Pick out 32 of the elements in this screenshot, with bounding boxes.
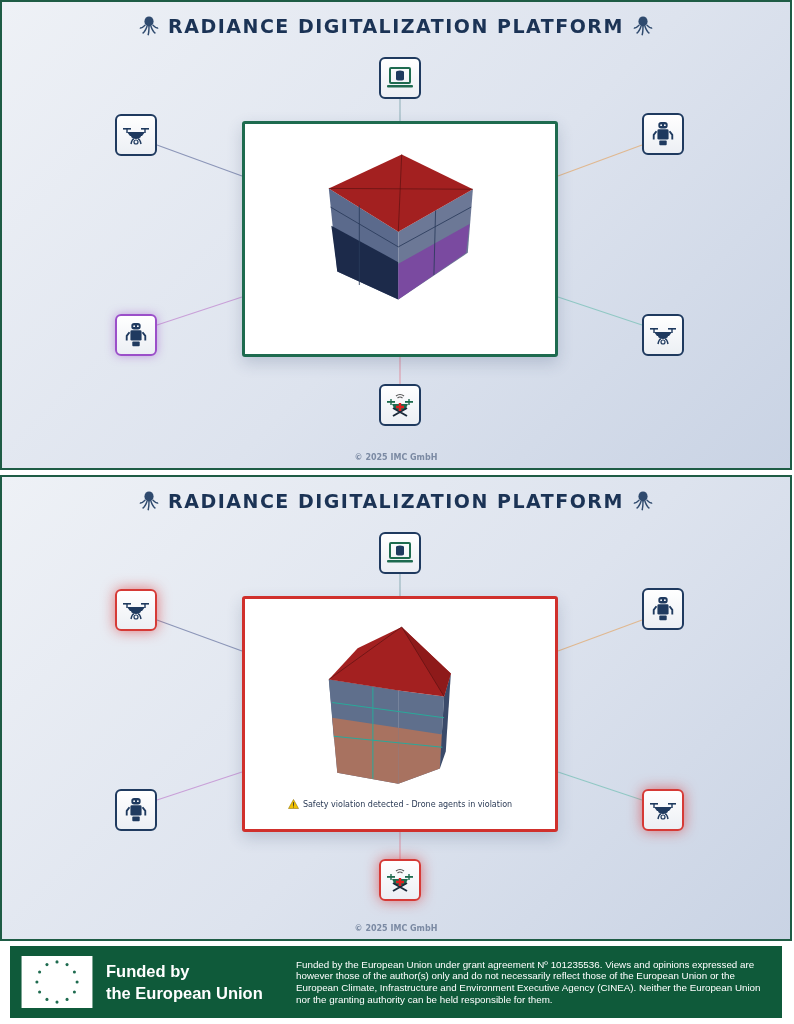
connector-line [399, 98, 401, 122]
agent-node[interactable] [115, 789, 157, 831]
agent-node[interactable] [379, 532, 421, 574]
connector-line [399, 356, 401, 385]
agent-node[interactable] [642, 113, 684, 155]
agent-node[interactable] [115, 589, 157, 631]
agent-node[interactable] [379, 384, 421, 426]
funded-by-label: Funded by the European Union [106, 960, 264, 1004]
agent-node[interactable] [642, 789, 684, 831]
octopus-icon [631, 490, 654, 512]
medical-drone-icon [386, 392, 414, 418]
agent-node[interactable] [115, 114, 157, 156]
warning-text: Safety violation detected - Drone agents in violation [302, 799, 513, 809]
connector-line [399, 831, 401, 860]
agent-node[interactable] [379, 859, 421, 901]
warning-icon [287, 799, 299, 809]
octopus-icon [631, 15, 654, 37]
agent-node[interactable] [642, 314, 684, 356]
medical-drone-icon [386, 867, 414, 893]
connector-line [399, 573, 401, 597]
laptop-database-icon [386, 540, 414, 566]
copyright-text: © 2025 IMC GmbH [353, 924, 439, 935]
octopus-icon [138, 490, 161, 512]
agent-node[interactable] [379, 57, 421, 99]
platform-title: RADIANCE DIGITALIZATION PLATFORM [168, 15, 624, 37]
disclaimer-text: Funded by the European Union under grant agreement Nº 101235536. Views and opinions expressed are however those of the author(s) only and do not necessarily reflect those of the European Union or the European Climate, Infrastructure and Environment Executive Agency (CINEA). Neither the European Union nor the granting authority can be held responsible for them. [296, 958, 762, 1006]
agent-node[interactable] [642, 588, 684, 630]
laptop-database-icon [386, 65, 414, 91]
copyright-text: © 2025 IMC GmbH [353, 453, 439, 464]
platform-title: RADIANCE DIGITALIZATION PLATFORM [168, 490, 624, 512]
agent-node[interactable] [115, 314, 157, 356]
octopus-icon [138, 15, 161, 37]
